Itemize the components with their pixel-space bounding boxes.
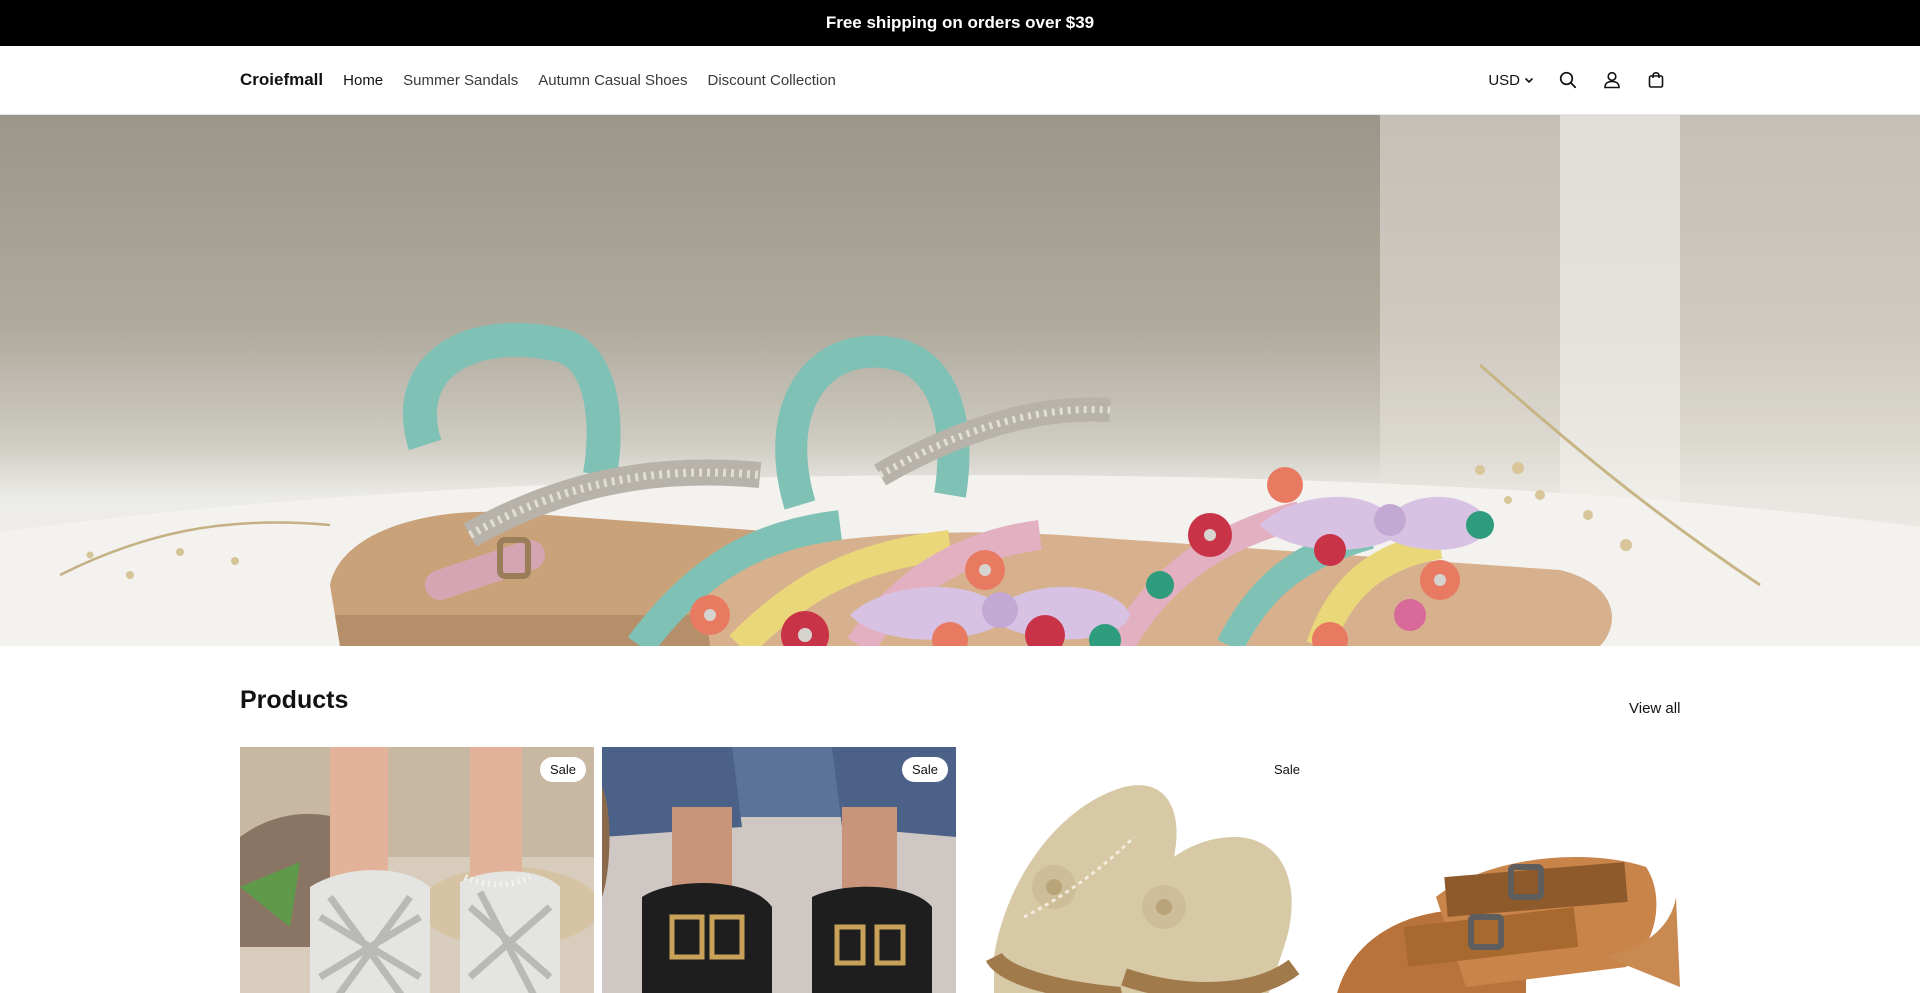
product-image xyxy=(602,747,956,993)
hero-sandals-image xyxy=(0,115,1920,646)
header-actions: USD xyxy=(1488,46,1667,114)
product-card[interactable]: Sale xyxy=(964,747,1318,993)
nav-link-home[interactable]: Home xyxy=(343,72,383,89)
main-nav: Home Summer Sandals Autumn Casual Shoes … xyxy=(343,72,836,89)
search-icon xyxy=(1559,71,1577,89)
chevron-down-icon xyxy=(1524,77,1534,84)
nav-link-autumn-casual-shoes[interactable]: Autumn Casual Shoes xyxy=(538,72,687,89)
products-heading: Products xyxy=(240,686,349,714)
view-all-link[interactable]: View all xyxy=(1629,700,1680,717)
announcement-bar: Free shipping on orders over $39 xyxy=(0,0,1920,46)
product-image xyxy=(964,747,1318,993)
sale-badge: Sale xyxy=(901,757,948,782)
account-icon xyxy=(1604,71,1620,89)
hero-banner xyxy=(0,115,1920,646)
announcement-text: Free shipping on orders over $39 xyxy=(825,13,1095,32)
sale-badge: Sale xyxy=(539,757,586,782)
product-image xyxy=(240,747,594,993)
sale-badge: Sale xyxy=(1263,757,1310,782)
site-header: Croiefmall Home Summer Sandals Autumn Ca… xyxy=(0,46,1920,115)
product-image xyxy=(1326,747,1680,993)
nav-link-discount-collection[interactable]: Discount Collection xyxy=(707,72,835,89)
cart-icon xyxy=(1648,71,1664,88)
currency-label: USD xyxy=(1488,71,1520,89)
product-card[interactable] xyxy=(1326,747,1680,993)
store-logo[interactable]: Croiefmall xyxy=(240,70,323,90)
account-button[interactable] xyxy=(1601,69,1623,91)
currency-selector[interactable]: USD xyxy=(1488,72,1535,89)
product-card[interactable]: Sale xyxy=(240,747,594,993)
nav-link-summer-sandals[interactable]: Summer Sandals xyxy=(403,72,518,89)
product-card[interactable]: Sale xyxy=(602,747,956,993)
product-grid: Sale Sale Sale xyxy=(240,747,1680,993)
search-button[interactable] xyxy=(1557,69,1579,91)
products-section: Products View all Sale Sale Sale xyxy=(0,646,1920,993)
cart-button[interactable] xyxy=(1645,69,1667,91)
